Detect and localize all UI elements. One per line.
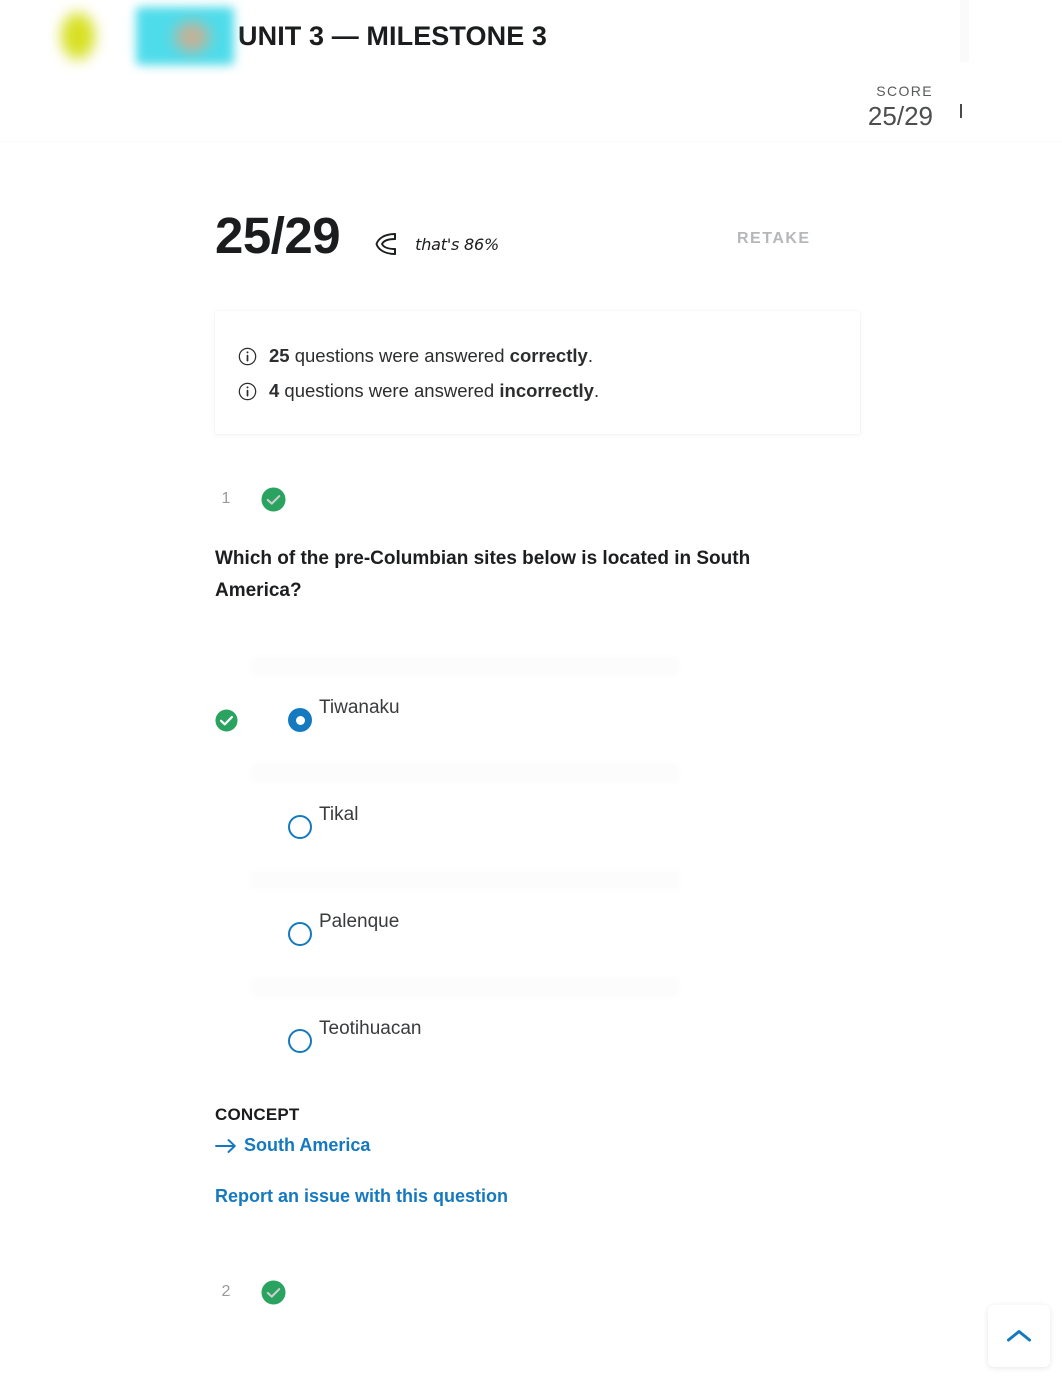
option-placeholder-bar [251,871,679,889]
score-value: 25/29 [867,101,933,131]
report-issue-link[interactable]: Report an issue with this question [215,1186,508,1207]
option-placeholder-bar [251,657,679,675]
logo-blob-shape [58,9,98,63]
results-summary-card: 25 questions were answered correctly. 4 … [215,311,860,434]
concept-link-label: South America [244,1135,371,1155]
correct-count: 25 [269,345,290,366]
results-main: 25/29 that's 86% RETAKE 25 questions wer… [0,142,1062,1305]
radio-button[interactable] [288,815,312,839]
correct-check-badge-icon [261,1279,286,1305]
option-placeholder-bar [251,978,679,996]
incorrect-summary-line: 4 questions were answered incorrectly. [238,373,860,408]
correct-emphasis: correctly [509,345,588,366]
info-icon [238,347,257,365]
concept-link[interactable]: South America [215,1135,1062,1156]
logo-tile-center-icon [172,19,212,55]
header-top-row: UNIT 3 — MILESTONE 3 [0,0,1062,67]
retake-button[interactable]: RETAKE [737,230,811,248]
incorrect-count: 4 [269,380,280,401]
chevron-up-icon [1007,1330,1031,1342]
option-placeholder-bar [251,764,679,782]
incorrect-emphasis: incorrectly [499,380,594,401]
correct-text-end: . [587,345,593,366]
correct-answer-check-icon [215,709,238,732]
question-block: 1 Which of the pre-Columbian sites below… [215,486,1062,1305]
radio-button[interactable] [288,708,312,732]
option-row[interactable]: Teotihuacan [215,972,1062,1079]
concept-heading: CONCEPT [215,1105,300,1124]
score-label: SCORE [876,83,933,99]
option-row[interactable]: Tikal [215,758,1062,865]
answer-options: Tiwanaku Tikal Palenque Teotihuacan [215,651,1062,1079]
option-label: Tiwanaku [319,697,400,718]
page-title: UNIT 3 — MILESTONE 3 [238,20,548,51]
option-label: Palenque [319,911,400,932]
question-text: Which of the pre-Columbian sites below i… [215,548,751,601]
correct-summary-line: 25 questions were answered correctly. [238,338,860,373]
radio-button[interactable] [288,1029,312,1053]
question-number: 1 [221,490,231,507]
info-icon [238,382,257,400]
milestone-results-page: UNIT 3 — MILESTONE 3 SCORE 25/29 25/29 t… [0,0,1062,1377]
overall-score: 25/29 [215,207,341,264]
curved-arrow-icon [375,233,397,255]
radio-button[interactable] [288,922,312,946]
scroll-to-top-button[interactable] [988,1305,1050,1367]
app-header: UNIT 3 — MILESTONE 3 SCORE 25/29 [0,0,1062,142]
percent-text: that's 86% [415,234,500,254]
incorrect-text-end: . [593,380,600,401]
header-edge-tab [960,0,969,62]
incorrect-text-middle: questions were answered [279,380,500,401]
question-number: 2 [221,1283,231,1300]
header-score: SCORE 25/29 [868,82,933,131]
correct-check-badge-icon [261,486,286,512]
option-row[interactable]: Palenque [215,865,1062,972]
question-header: 1 [215,486,1062,512]
option-label: Tikal [319,804,359,825]
question-header: 2 [215,1279,1062,1305]
summary-row: 25/29 that's 86% RETAKE [215,204,1062,268]
arrow-right-icon [215,1138,236,1153]
correct-text-middle: questions were answered [289,345,510,366]
header-tick-mark [960,104,962,118]
sophia-logo-icon[interactable] [44,5,234,67]
percent-annotation: that's 86% [374,230,499,258]
option-label: Teotihuacan [319,1018,422,1039]
option-row[interactable]: Tiwanaku [215,651,1062,758]
